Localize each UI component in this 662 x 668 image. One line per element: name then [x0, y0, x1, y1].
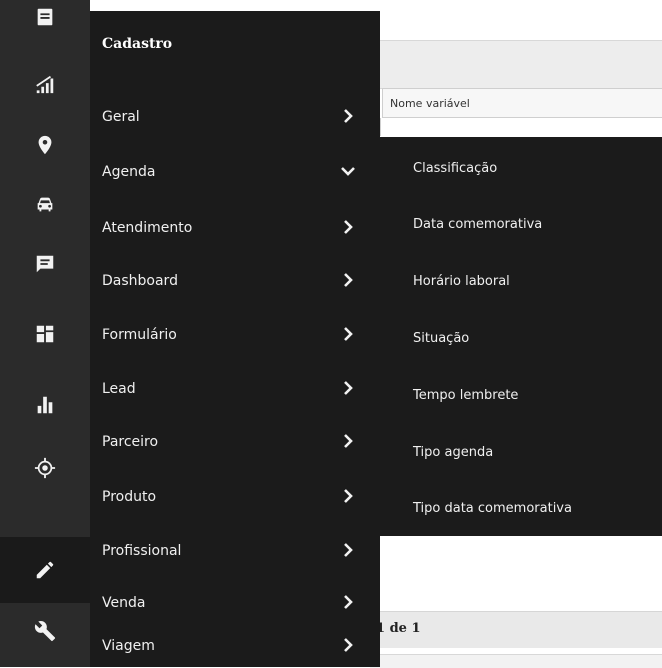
menu-item-atendimento[interactable]: Atendimento — [90, 209, 380, 249]
menu-item-produto[interactable]: Produto — [90, 478, 380, 518]
grid-divider — [380, 118, 381, 136]
chevron-right-icon — [340, 637, 356, 655]
menu-item-label: Formulário — [102, 327, 177, 343]
submenu-item-label: Data comemorativa — [413, 217, 543, 232]
menu-item-venda[interactable]: Venda — [90, 584, 380, 624]
chevron-right-icon — [340, 433, 356, 451]
chevron-right-icon — [340, 542, 356, 560]
menu-item-label: Lead — [102, 381, 136, 397]
rail-item-cadastro[interactable] — [0, 537, 90, 603]
submenu-item-label: Horário laboral — [413, 274, 510, 289]
submenu-item-classificacao[interactable]: Classificação — [380, 149, 662, 189]
dashboard-icon — [36, 325, 54, 343]
submenu-item-horario-laboral[interactable]: Horário laboral — [380, 262, 662, 302]
submenu-item-label: Tipo agenda — [413, 445, 494, 460]
icon-rail — [0, 0, 90, 667]
menu-item-formulario[interactable]: Formulário — [90, 316, 380, 356]
submenu-item-label: Classificação — [413, 161, 498, 176]
map-pin-icon — [38, 135, 52, 155]
pagination-text: 1 de 1 — [376, 621, 421, 636]
chat-icon — [36, 255, 54, 273]
submenu-item-tipo-data-comemorativa[interactable]: Tipo data comemorativa — [380, 489, 662, 529]
menu-item-geral[interactable]: Geral — [90, 98, 380, 138]
pagination-bar: 1 de 1 — [370, 611, 662, 648]
rail-item-target[interactable] — [0, 440, 90, 496]
menu-item-label: Venda — [102, 595, 146, 611]
menu-item-viagem[interactable]: Viagem — [90, 627, 380, 667]
rail-item-settings[interactable] — [0, 603, 90, 659]
chevron-down-icon — [340, 163, 356, 181]
agenda-submenu: Classificação Data comemorativa Horário … — [380, 137, 662, 536]
rail-item-document[interactable] — [0, 0, 90, 45]
target-icon — [34, 457, 56, 479]
footer-strip — [370, 654, 662, 668]
menu-item-dashboard[interactable]: Dashboard — [90, 262, 380, 302]
menu-item-parceiro[interactable]: Parceiro — [90, 423, 380, 463]
submenu-item-data-comemorativa[interactable]: Data comemorativa — [380, 205, 662, 245]
chevron-right-icon — [340, 108, 356, 126]
menu-item-lead[interactable]: Lead — [90, 370, 380, 410]
menu-item-label: Produto — [102, 489, 157, 505]
menu-item-label: Dashboard — [102, 273, 178, 289]
rail-item-reports[interactable] — [0, 377, 90, 433]
submenu-item-tempo-lembrete[interactable]: Tempo lembrete — [380, 376, 662, 416]
rail-item-chat[interactable] — [0, 236, 90, 292]
menu-item-label: Parceiro — [102, 434, 159, 450]
menu-item-label: Geral — [102, 109, 140, 125]
chevron-right-icon — [340, 488, 356, 506]
chevron-right-icon — [340, 272, 356, 290]
toolbar-bar — [380, 40, 662, 89]
document-icon — [37, 8, 53, 26]
menu-item-label: Atendimento — [102, 220, 193, 236]
menu-item-label: Viagem — [102, 638, 155, 654]
chevron-right-icon — [340, 219, 356, 237]
bar-chart-icon — [37, 396, 53, 414]
rail-item-car[interactable] — [0, 176, 90, 232]
submenu-item-tipo-agenda[interactable]: Tipo agenda — [380, 433, 662, 473]
menu-item-label: Profissional — [102, 543, 182, 559]
pencil-icon — [36, 561, 54, 579]
car-icon — [37, 197, 53, 212]
chevron-right-icon — [340, 380, 356, 398]
menu-title: Cadastro — [102, 36, 173, 52]
submenu-item-label: Tipo data comemorativa — [413, 501, 572, 516]
signal-bars-icon — [36, 75, 54, 94]
menu-item-agenda[interactable]: Agenda — [90, 153, 380, 193]
wrench-icon — [34, 621, 56, 642]
rail-item-dashboard[interactable] — [0, 306, 90, 362]
chevron-right-icon — [340, 326, 356, 344]
column-header-nome-variavel[interactable]: Nome variável — [382, 88, 662, 118]
submenu-item-label: Situação — [413, 331, 470, 346]
chevron-right-icon — [340, 594, 356, 612]
submenu-item-situacao[interactable]: Situação — [380, 319, 662, 359]
cadastro-menu: Cadastro Geral Agenda Atendimento Dashbo… — [90, 11, 380, 667]
rail-item-signal[interactable] — [0, 56, 90, 112]
menu-item-profissional[interactable]: Profissional — [90, 532, 380, 572]
submenu-item-label: Tempo lembrete — [413, 388, 519, 403]
menu-item-label: Agenda — [102, 164, 156, 180]
rail-item-map[interactable] — [0, 117, 90, 173]
